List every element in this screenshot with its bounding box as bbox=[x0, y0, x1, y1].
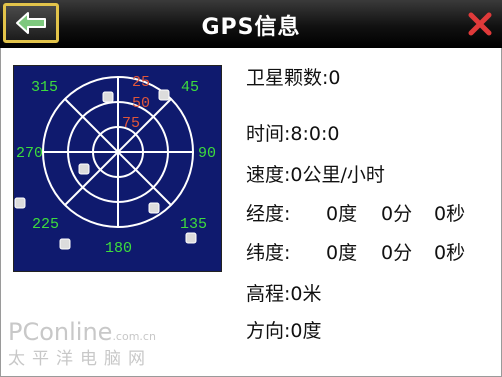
satellite-count-label: 卫星颗数: bbox=[246, 67, 329, 89]
satellite-count-row: 卫星颗数:0 bbox=[246, 65, 341, 91]
speed-label: 速度: bbox=[246, 164, 291, 186]
longitude-label: 经度: bbox=[246, 203, 291, 225]
heading-label: 方向: bbox=[246, 320, 291, 342]
latitude-row: 纬度: 0度 0分 0秒 bbox=[246, 240, 486, 266]
altitude-value: 0米 bbox=[290, 283, 322, 305]
bearing-label-315: 315 bbox=[31, 79, 58, 96]
close-icon[interactable] bbox=[466, 10, 494, 38]
longitude-minutes: 0分 bbox=[381, 203, 413, 225]
satellite-marker bbox=[158, 89, 170, 101]
longitude-seconds: 0秒 bbox=[434, 203, 466, 225]
speed-row: 速度:0公里/小时 bbox=[246, 162, 385, 188]
latitude-label: 纬度: bbox=[246, 242, 291, 264]
elevation-label-75: 75 bbox=[122, 115, 140, 132]
satellite-marker bbox=[14, 197, 26, 209]
time-value: 8:0:0 bbox=[290, 123, 340, 145]
altitude-row: 高程:0米 bbox=[246, 281, 322, 307]
watermark-chinese: 太平洋电脑网 bbox=[8, 349, 152, 369]
watermark-brand: PConline bbox=[8, 318, 113, 346]
satellite-marker bbox=[185, 232, 197, 244]
watermark: PConline.com.cn 太平洋电脑网 bbox=[8, 318, 156, 369]
satellite-marker bbox=[59, 238, 71, 250]
satellite-marker bbox=[148, 202, 160, 214]
altitude-label: 高程: bbox=[246, 283, 291, 305]
time-label: 时间: bbox=[246, 123, 291, 145]
bearing-label-135: 135 bbox=[180, 216, 207, 233]
satellite-marker bbox=[78, 163, 90, 175]
satellite-count-value: 0 bbox=[328, 67, 341, 89]
latitude-minutes: 0分 bbox=[381, 242, 413, 264]
bearing-label-90: 90 bbox=[198, 145, 216, 162]
page-title: GPS信息 bbox=[201, 15, 301, 40]
heading-value: 0度 bbox=[290, 320, 322, 342]
bearing-label-225: 225 bbox=[32, 216, 59, 233]
title-bar: GPS信息 bbox=[0, 0, 502, 48]
sky-plot-graphic: 315 45 270 90 225 135 180 25 50 75 bbox=[14, 74, 216, 257]
bearing-label-45: 45 bbox=[181, 79, 199, 96]
time-row: 时间:8:0:0 bbox=[246, 121, 339, 147]
speed-value: 0公里/小时 bbox=[290, 164, 385, 186]
longitude-row: 经度: 0度 0分 0秒 bbox=[246, 201, 486, 227]
bearing-label-180: 180 bbox=[105, 240, 132, 257]
longitude-degrees: 0度 bbox=[326, 203, 358, 225]
watermark-domain: .com.cn bbox=[112, 330, 156, 343]
bearing-label-270: 270 bbox=[16, 145, 43, 162]
elevation-label-25: 25 bbox=[132, 74, 150, 91]
latitude-seconds: 0秒 bbox=[434, 242, 466, 264]
satellite-marker bbox=[102, 91, 114, 103]
satellite-sky-plot: 315 45 270 90 225 135 180 25 50 75 bbox=[13, 65, 222, 272]
heading-row: 方向:0度 bbox=[246, 318, 322, 344]
latitude-degrees: 0度 bbox=[326, 242, 358, 264]
elevation-label-50: 50 bbox=[132, 95, 150, 112]
